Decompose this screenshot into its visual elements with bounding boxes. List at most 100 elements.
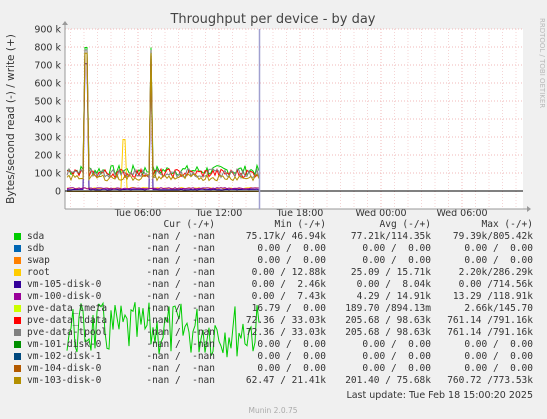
legend-header-max: Max (-/+) bbox=[481, 219, 533, 230]
legend-cur-value: -nan / -nan bbox=[146, 375, 215, 386]
legend-avg-value: 0.00 / 0.00 bbox=[362, 339, 431, 350]
legend-min-value: 0.00 / 0.00 bbox=[257, 255, 326, 266]
legend-max-value: 0.00 / 0.00 bbox=[464, 255, 533, 266]
legend-min-value: 0.00 / 0.00 bbox=[257, 351, 326, 362]
legend-max-value: 760.72 /773.53k bbox=[447, 375, 533, 386]
legend-cur-value: -nan / -nan bbox=[146, 351, 215, 362]
y-axis-label: Bytes/second read (-) / write (+) bbox=[5, 34, 17, 204]
y-tick-label: 700 k bbox=[34, 61, 61, 72]
y-tick-label: 900 k bbox=[34, 25, 61, 36]
y-tick-label: 0 bbox=[55, 187, 61, 198]
legend-swatch bbox=[14, 317, 21, 324]
munin-version: Munin 2.0.75 bbox=[248, 406, 297, 415]
legend-min-value: 72.36 / 33.03k bbox=[245, 315, 326, 326]
legend-header-avg: Avg (-/+) bbox=[379, 219, 431, 230]
legend-series-name: pve-data-tpool bbox=[27, 327, 108, 338]
y-tick-label: 100 k bbox=[34, 169, 61, 180]
legend-swatch bbox=[14, 353, 21, 360]
legend-series-name: swap bbox=[27, 255, 50, 266]
legend-cur-value: -nan / -nan bbox=[146, 231, 215, 242]
legend-avg-value: 205.68 / 98.63k bbox=[345, 327, 431, 338]
legend-avg-value: 205.68 / 98.63k bbox=[345, 315, 431, 326]
legend-max-value: 13.29 /118.91k bbox=[452, 291, 533, 302]
legend-row: sdb -nan / -nan 0.00 / 0.00 0.00 / 0.00 0.00… bbox=[0, 243, 547, 255]
legend-min-value: 62.47 / 21.41k bbox=[245, 375, 326, 386]
chart-title: Throughput per device - by day bbox=[169, 12, 375, 27]
legend-min-value: 75.17k/ 46.94k bbox=[245, 231, 326, 242]
x-tick-label: Tue 12:00 bbox=[195, 208, 243, 219]
legend-series-name: vm-104-disk-0 bbox=[27, 363, 102, 374]
y-tick-label: 500 k bbox=[34, 97, 61, 108]
legend-max-value: 2.20k/286.29k bbox=[458, 267, 533, 278]
legend-swatch bbox=[14, 269, 21, 276]
legend-row: pve-data-tpool -nan / -nan 72.36 / 33.03k 2… bbox=[0, 327, 547, 339]
legend-series-name: vm-102-disk-1 bbox=[27, 351, 102, 362]
legend-cur-value: -nan / -nan bbox=[146, 255, 215, 266]
legend-cur-value: -nan / -nan bbox=[146, 243, 215, 254]
legend-min-value: 0.00 / 0.00 bbox=[257, 243, 326, 254]
legend-max-value: 0.00 / 0.00 bbox=[464, 363, 533, 374]
legend-max-value: 2.66k/145.70 bbox=[464, 303, 533, 314]
legend-min-value: 0.00 / 0.00 bbox=[257, 339, 326, 350]
legend-avg-value: 0.00 / 0.00 bbox=[362, 243, 431, 254]
legend-max-value: 761.14 /791.16k bbox=[447, 315, 533, 326]
legend-cur-value: -nan / -nan bbox=[146, 315, 215, 326]
legend-max-value: 0.00 / 0.00 bbox=[464, 243, 533, 254]
legend-series-name: vm-100-disk-0 bbox=[27, 291, 102, 302]
legend-header: Cur (-/+) Min (-/+) Avg (-/+) Max (-/+) bbox=[0, 219, 547, 231]
rrdtool-watermark: RRDTOOL / TOBI OETIKER bbox=[538, 18, 546, 108]
legend-swatch bbox=[14, 245, 21, 252]
legend-row: vm-101-disk-0 -nan / -nan 0.00 / 0.00 0.00 … bbox=[0, 339, 547, 351]
legend-swatch bbox=[14, 293, 21, 300]
legend-series-name: pve-data_tmeta bbox=[27, 303, 108, 314]
legend-min-value: 0.00 / 2.46k bbox=[251, 279, 326, 290]
legend-swatch bbox=[14, 305, 21, 312]
legend: Cur (-/+) Min (-/+) Avg (-/+) Max (-/+) … bbox=[0, 219, 547, 387]
legend-avg-value: 0.00 / 0.00 bbox=[362, 351, 431, 362]
legend-swatch bbox=[14, 257, 21, 264]
legend-header-min: Min (-/+) bbox=[274, 219, 326, 230]
y-tick-label: 600 k bbox=[34, 79, 61, 90]
y-tick-label: 200 k bbox=[34, 151, 61, 162]
legend-cur-value: -nan / -nan bbox=[146, 363, 215, 374]
legend-row: root -nan / -nan 0.00 / 12.88k 25.09 / 15.7… bbox=[0, 267, 547, 279]
legend-min-value: 72.36 / 33.03k bbox=[245, 327, 326, 338]
legend-cur-value: -nan / -nan bbox=[146, 267, 215, 278]
legend-row: vm-104-disk-0 -nan / -nan 0.00 / 0.00 0.00 … bbox=[0, 363, 547, 375]
legend-min-value: 0.00 / 12.88k bbox=[251, 267, 326, 278]
legend-avg-value: 0.00 / 0.00 bbox=[362, 363, 431, 374]
y-tick-label: 800 k bbox=[34, 43, 61, 54]
legend-series-name: vm-105-disk-0 bbox=[27, 279, 102, 290]
legend-min-value: 16.79 / 0.00 bbox=[251, 303, 326, 314]
legend-min-value: 0.00 / 7.43k bbox=[251, 291, 326, 302]
legend-series-name: vm-103-disk-0 bbox=[27, 375, 102, 386]
legend-series-name: sda bbox=[27, 231, 45, 242]
legend-row: sda -nan / -nan 75.17k/ 46.94k 77.21k/114.3… bbox=[0, 231, 547, 243]
legend-cur-value: -nan / -nan bbox=[146, 291, 215, 302]
legend-avg-value: 201.40 / 75.68k bbox=[345, 375, 431, 386]
legend-avg-value: 77.21k/114.35k bbox=[350, 231, 431, 242]
legend-series-name: vm-101-disk-0 bbox=[27, 339, 102, 350]
legend-cur-value: -nan / -nan bbox=[146, 327, 215, 338]
legend-row: pve-data_tdata -nan / -nan 72.36 / 33.03k 2… bbox=[0, 315, 547, 327]
x-tick-label: Tue 18:00 bbox=[276, 208, 324, 219]
legend-series-name: root bbox=[27, 267, 50, 278]
legend-min-value: 0.00 / 0.00 bbox=[257, 363, 326, 374]
legend-max-value: 0.00 / 0.00 bbox=[464, 351, 533, 362]
legend-avg-value: 25.09 / 15.71k bbox=[350, 267, 431, 278]
legend-row: vm-105-disk-0 -nan / -nan 0.00 / 2.46k 0.00… bbox=[0, 279, 547, 291]
legend-swatch bbox=[14, 329, 21, 336]
legend-cur-value: -nan / -nan bbox=[146, 303, 215, 314]
legend-cur-value: -nan / -nan bbox=[146, 339, 215, 350]
legend-avg-value: 189.70 /894.13m bbox=[345, 303, 431, 314]
legend-series-name: sdb bbox=[27, 243, 45, 254]
legend-swatch bbox=[14, 341, 21, 348]
legend-row: pve-data_tmeta -nan / -nan 16.79 / 0.00 189… bbox=[0, 303, 547, 315]
legend-row: vm-100-disk-0 -nan / -nan 0.00 / 7.43k 4.29… bbox=[0, 291, 547, 303]
legend-max-value: 761.14 /791.16k bbox=[447, 327, 533, 338]
y-tick-label: 300 k bbox=[34, 133, 61, 144]
x-tick-label: Wed 06:00 bbox=[436, 208, 487, 219]
legend-max-value: 0.00 /714.56k bbox=[458, 279, 533, 290]
last-update: Last update: Tue Feb 18 15:00:20 2025 bbox=[346, 390, 533, 401]
legend-cur-value: -nan / -nan bbox=[146, 279, 215, 290]
